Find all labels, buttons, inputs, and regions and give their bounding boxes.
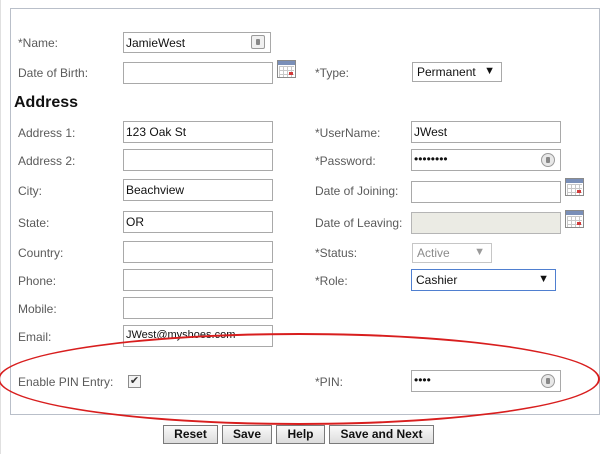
address2-label: Address 2: [18,154,76,168]
contact-card-icon[interactable] [251,35,265,49]
dol-label: Date of Leaving: [315,216,403,230]
email-value: JWest@myshoes.com [126,329,236,341]
type-value: Permanent [417,65,476,79]
pin-value: •••• [414,373,431,387]
mobile-input[interactable] [123,297,273,319]
username-label: *UserName: [315,126,381,140]
chevron-down-icon: ▼ [484,65,495,77]
state-label: State: [18,216,50,230]
type-select[interactable]: Permanent ▼ [412,62,502,82]
address2-input[interactable] [123,149,273,171]
type-label: *Type: [315,66,350,80]
address1-label: Address 1: [18,126,76,140]
dob-calendar-icon[interactable] [277,60,296,78]
phone-label: Phone: [18,274,57,288]
dol-calendar-icon[interactable] [565,210,584,228]
password-input[interactable]: •••••••• [411,149,561,171]
address1-value: 123 Oak St [126,125,187,139]
checkmark-icon: ✔ [129,375,140,387]
doj-input[interactable] [411,181,561,203]
email-label: Email: [18,330,52,344]
name-label: *Name: [18,36,59,50]
chevron-down-icon: ▼ [538,273,549,285]
country-label: Country: [18,246,64,260]
mobile-label: Mobile: [18,302,57,316]
city-input[interactable]: Beachview [123,179,273,201]
save-button[interactable]: Save [222,425,272,444]
password-label: *Password: [315,154,376,168]
country-input[interactable] [123,241,273,263]
username-input[interactable]: JWest [411,121,561,143]
dol-input [411,212,561,234]
username-value: JWest [414,125,448,139]
pin-entry-label: Enable PIN Entry: [18,375,114,389]
page-edge [0,0,1,454]
pin-entry-checkbox[interactable]: ✔ [128,375,141,388]
dob-label: Date of Birth: [18,66,89,80]
save-and-next-button[interactable]: Save and Next [329,425,434,444]
email-input[interactable]: JWest@myshoes.com [123,325,273,347]
password-reveal-icon[interactable] [541,374,555,388]
dob-input[interactable] [123,62,273,84]
role-select[interactable]: Cashier ▼ [411,269,556,291]
state-input[interactable]: OR [123,211,273,233]
city-label: City: [18,184,42,198]
status-label: *Status: [315,246,358,260]
city-value: Beachview [126,183,185,197]
status-value: Active [417,246,450,260]
state-value: OR [126,215,144,229]
phone-input[interactable] [123,269,273,291]
password-value: •••••••• [414,152,448,166]
name-input[interactable]: JamieWest [123,32,271,53]
address1-input[interactable]: 123 Oak St [123,121,273,143]
pin-input[interactable]: •••• [411,370,561,392]
address-heading: Address [14,94,79,111]
role-value: Cashier [416,273,458,287]
doj-calendar-icon[interactable] [565,178,584,196]
chevron-down-icon: ▼ [474,246,485,258]
status-select: Active ▼ [412,243,492,263]
pin-label: *PIN: [315,375,344,389]
reset-button[interactable]: Reset [163,425,218,444]
doj-label: Date of Joining: [315,184,399,198]
name-value: JamieWest [126,36,186,50]
role-label: *Role: [315,274,348,288]
help-button[interactable]: Help [276,425,325,444]
password-reveal-icon[interactable] [541,153,555,167]
